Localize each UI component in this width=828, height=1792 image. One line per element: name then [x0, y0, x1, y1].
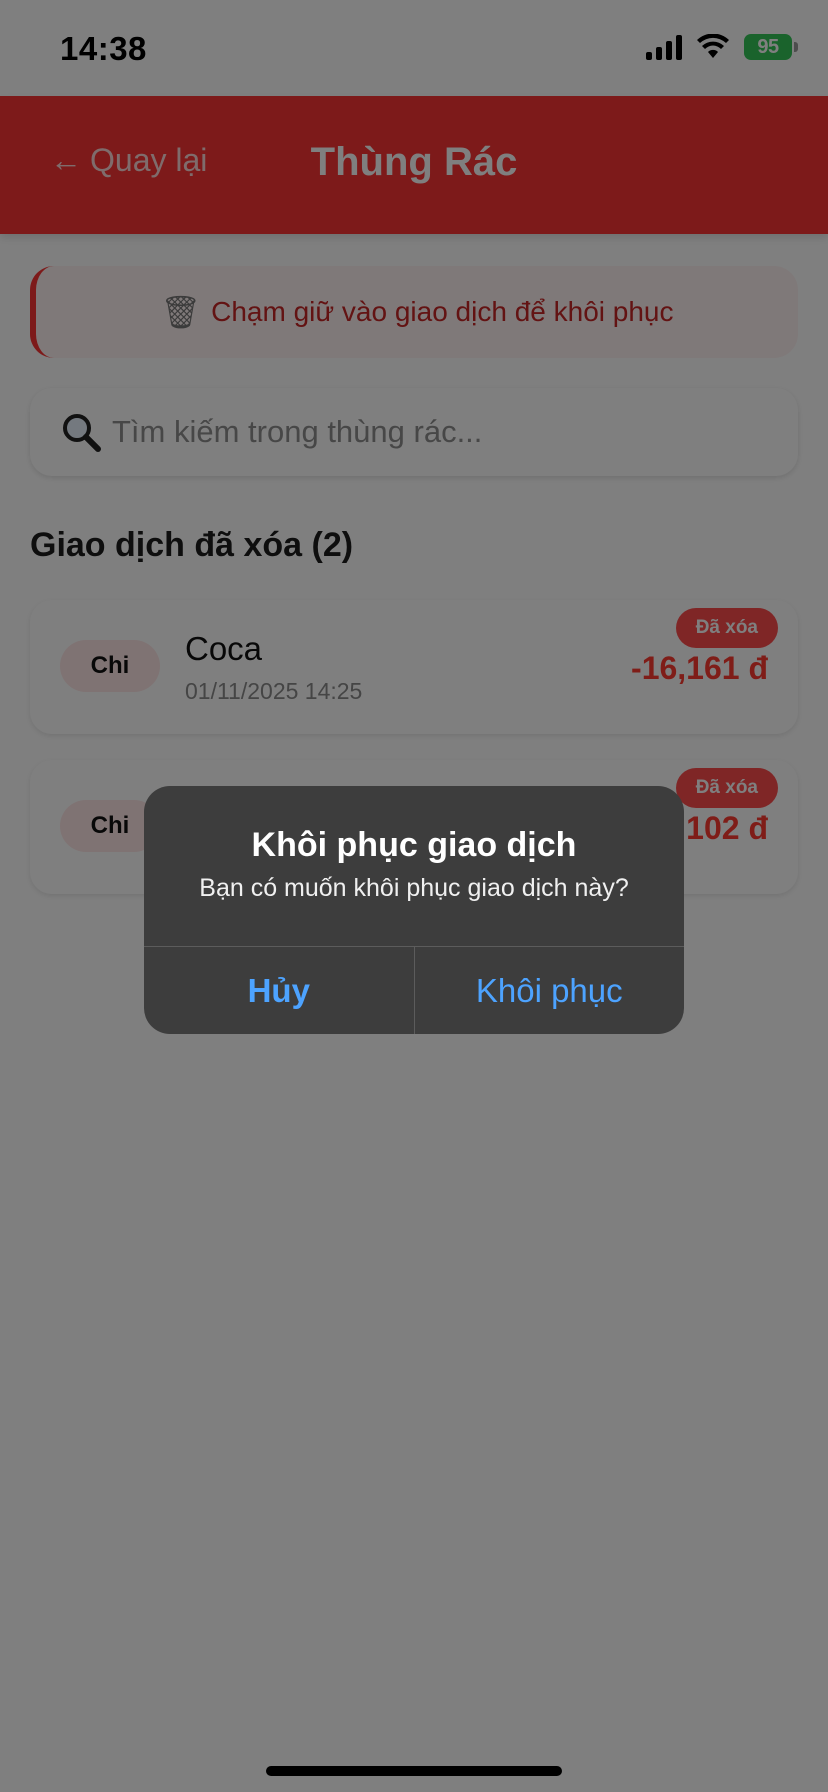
dialog-message: Bạn có muốn khôi phục giao dịch này?: [199, 874, 629, 902]
restore-dialog: Khôi phục giao dịch Bạn có muốn khôi phụ…: [144, 786, 684, 1034]
restore-button[interactable]: Khôi phục: [415, 947, 685, 1034]
dialog-actions: Hủy Khôi phục: [144, 946, 684, 1034]
cancel-button[interactable]: Hủy: [144, 947, 415, 1034]
dialog-title: Khôi phục giao dịch: [251, 826, 577, 864]
